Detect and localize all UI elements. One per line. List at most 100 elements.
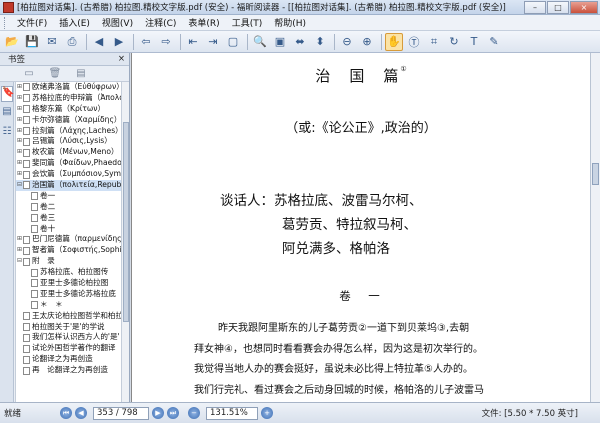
- menu-form[interactable]: 表单(R): [182, 16, 225, 29]
- typewriter-icon[interactable]: T: [465, 33, 483, 51]
- bookmark-label: 治国篇（πολιτεία,Republic）: [32, 180, 121, 190]
- bookmark-item[interactable]: ⊞ 斐同篇（Φαίδων,Phaedo）: [16, 158, 121, 169]
- menu-tools[interactable]: 工具(T): [226, 16, 269, 29]
- bookmark-options-icon[interactable]: ▤: [74, 68, 88, 80]
- fit-page-icon[interactable]: ▢: [224, 33, 242, 51]
- bookmark-item[interactable]: ⊞ 格黎东篇（Κρίτων）: [16, 104, 121, 115]
- print-icon[interactable]: ⎙: [63, 33, 81, 51]
- snapshot-icon[interactable]: ⌗: [425, 33, 443, 51]
- bookmark-page-icon: [23, 159, 30, 168]
- delete-bookmark-icon[interactable]: 🗑: [48, 68, 62, 80]
- bookmark-item[interactable]: 卷二: [16, 202, 121, 213]
- bookmark-item[interactable]: ⊞ 枚农篇（Μένων,Meno）: [16, 147, 121, 158]
- bookmark-item[interactable]: ⊞ 卡尔弥德篇（Χαρμίδης）: [16, 115, 121, 126]
- forward-icon[interactable]: ⇨: [157, 33, 175, 51]
- hand-tool-icon[interactable]: ✋: [385, 32, 403, 51]
- bookmark-item[interactable]: 试论外国哲学著作的翻译: [16, 343, 121, 354]
- expand-toggle-icon[interactable]: ⊞: [16, 136, 23, 147]
- bookmark-item[interactable]: 卷三: [16, 213, 121, 224]
- prev-page-nav-icon[interactable]: ◀: [75, 407, 87, 419]
- select-text-icon[interactable]: Ⓣ: [405, 33, 423, 51]
- expand-toggle-icon[interactable]: ⊞: [16, 93, 23, 104]
- bookmark-item[interactable]: ⊟ 附 录: [16, 256, 121, 267]
- email-icon[interactable]: ✉: [43, 33, 61, 51]
- expand-toggle-icon[interactable]: ⊞: [16, 169, 23, 180]
- rotate-icon[interactable]: ↻: [445, 33, 463, 51]
- close-button[interactable]: ×: [570, 0, 598, 14]
- expand-toggle-icon[interactable]: ⊞: [16, 245, 23, 256]
- bookmark-item[interactable]: 卷一: [16, 191, 121, 202]
- document-view[interactable]: 治 国 篇① （或:《论公正》,政治的） 谈话人：苏格拉底、波雷马尔柯、 葛劳贡…: [131, 53, 590, 402]
- expand-toggle-icon[interactable]: ⊟: [16, 256, 23, 267]
- layers-tab-icon[interactable]: ☷: [1, 126, 13, 142]
- maximize-button[interactable]: □: [547, 0, 569, 14]
- pages-tab-icon[interactable]: ▤: [1, 106, 13, 122]
- expand-toggle-icon[interactable]: ⊞: [16, 147, 23, 158]
- expand-toggle-icon[interactable]: ⊞: [16, 126, 23, 137]
- next-page-nav-icon[interactable]: ▶: [152, 407, 164, 419]
- body-line: 我觉得当地人办的赛会挺好，虽说未必比得上特拉革⑤人办的。: [194, 364, 473, 375]
- zoom-in-icon[interactable]: ⊕: [358, 33, 376, 51]
- first-page-icon[interactable]: ⇤: [184, 33, 202, 51]
- bookmark-item[interactable]: ⊞ 会饮篇（Συμπόσιον,Symposium）: [16, 169, 121, 180]
- menu-file[interactable]: 文件(F): [11, 16, 53, 29]
- bookmark-item[interactable]: ⊟ 治国篇（πολιτεία,Republic）: [16, 180, 121, 191]
- first-page-nav-icon[interactable]: ⏮: [60, 407, 72, 419]
- bookmark-item[interactable]: ⊞ 苏格拉底的申辩篇（Ἀπολογία）: [16, 93, 121, 104]
- open-icon[interactable]: 📂: [3, 33, 21, 51]
- bookmark-item[interactable]: ⊞ 巴门尼德篇（παρμενίδης）: [16, 234, 121, 245]
- actual-size-icon[interactable]: ▣: [271, 33, 289, 51]
- fit-visible-icon[interactable]: ⬍: [311, 33, 329, 51]
- bookmark-item[interactable]: 我们怎样认识西方人的'是': [16, 332, 121, 343]
- next-page-icon[interactable]: ▶: [110, 33, 128, 51]
- bookmark-item[interactable]: 卷十: [16, 224, 121, 235]
- zoom-out-status-icon[interactable]: −: [188, 407, 200, 419]
- bookmark-item[interactable]: 亚里士多德论苏格拉底: [16, 289, 121, 300]
- expand-toggle-icon[interactable]: ⊞: [16, 234, 23, 245]
- bookmark-item[interactable]: 苏格拉底、柏拉图传: [16, 267, 121, 278]
- menu-help[interactable]: 帮助(H): [268, 16, 312, 29]
- zoom-tool-icon[interactable]: 🔍: [251, 33, 269, 51]
- expand-toggle-icon[interactable]: ⊞: [16, 104, 23, 115]
- bookmark-item[interactable]: ⊞ 吕锡篇（Λύσις,Lysis）: [16, 136, 121, 147]
- bookmark-item[interactable]: ⊞ 欧绪弗洛篇（Εὐθύφρων）: [16, 82, 121, 93]
- zoom-out-icon[interactable]: ⊖: [338, 33, 356, 51]
- fit-width-icon[interactable]: ⬌: [291, 33, 309, 51]
- note-icon[interactable]: ✎: [485, 33, 503, 51]
- bookmark-item[interactable]: 论翻译之为再创造: [16, 354, 121, 365]
- expand-toggle-icon[interactable]: ⊞: [16, 115, 23, 126]
- bookmark-item[interactable]: ⊞ 拉刻篇（Λάχης,Laches）: [16, 126, 121, 137]
- document-scrollbar[interactable]: [590, 53, 600, 402]
- bookmark-item[interactable]: 再 论翻译之为再创造: [16, 365, 121, 376]
- bookmark-item[interactable]: 亚里士多德论柏拉图: [16, 278, 121, 289]
- bookmark-item[interactable]: ＊ ＊: [16, 300, 121, 311]
- bookmark-page-icon: [23, 333, 30, 342]
- bookmark-scrollbar[interactable]: [121, 82, 129, 402]
- last-page-nav-icon[interactable]: ⏭: [167, 407, 179, 419]
- back-icon[interactable]: ⇦: [137, 33, 155, 51]
- menu-view[interactable]: 视图(V): [96, 16, 139, 29]
- expand-toggle-icon[interactable]: ⊟: [16, 180, 23, 191]
- bookmark-item[interactable]: ⊞ 智者篇（Σοφιστής,Sophist）: [16, 245, 121, 256]
- last-page-icon[interactable]: ⇥: [204, 33, 222, 51]
- bookmark-page-icon: [23, 312, 30, 321]
- expand-toggle-icon[interactable]: ⊞: [16, 158, 23, 169]
- scroll-thumb[interactable]: [592, 163, 599, 185]
- bookmark-label: 卷十: [40, 223, 56, 233]
- new-bookmark-icon[interactable]: ▭: [22, 68, 36, 80]
- expand-toggle-icon[interactable]: ⊞: [16, 82, 23, 93]
- zoom-level-select[interactable]: 131.51%: [206, 406, 258, 420]
- page-number-input[interactable]: 353 / 798: [93, 406, 149, 420]
- zoom-in-status-icon[interactable]: +: [261, 407, 273, 419]
- bookmark-item[interactable]: 柏拉图关于'是'的学说: [16, 322, 121, 333]
- prev-page-icon[interactable]: ◀: [90, 33, 108, 51]
- menu-comment[interactable]: 注释(C): [139, 16, 182, 29]
- menu-insert[interactable]: 插入(E): [53, 16, 96, 29]
- save-icon[interactable]: 💾: [23, 33, 41, 51]
- minimize-button[interactable]: –: [524, 0, 546, 14]
- bookmark-item[interactable]: 王太庆论柏拉图哲学和柏拉图译本: [16, 311, 121, 322]
- bookmark-label: 再 论翻译之为再创造: [32, 365, 108, 375]
- bookmarks-tab-icon[interactable]: 🔖: [1, 86, 14, 102]
- bookmark-page-icon: [23, 344, 30, 353]
- panel-close-icon[interactable]: ×: [118, 54, 125, 64]
